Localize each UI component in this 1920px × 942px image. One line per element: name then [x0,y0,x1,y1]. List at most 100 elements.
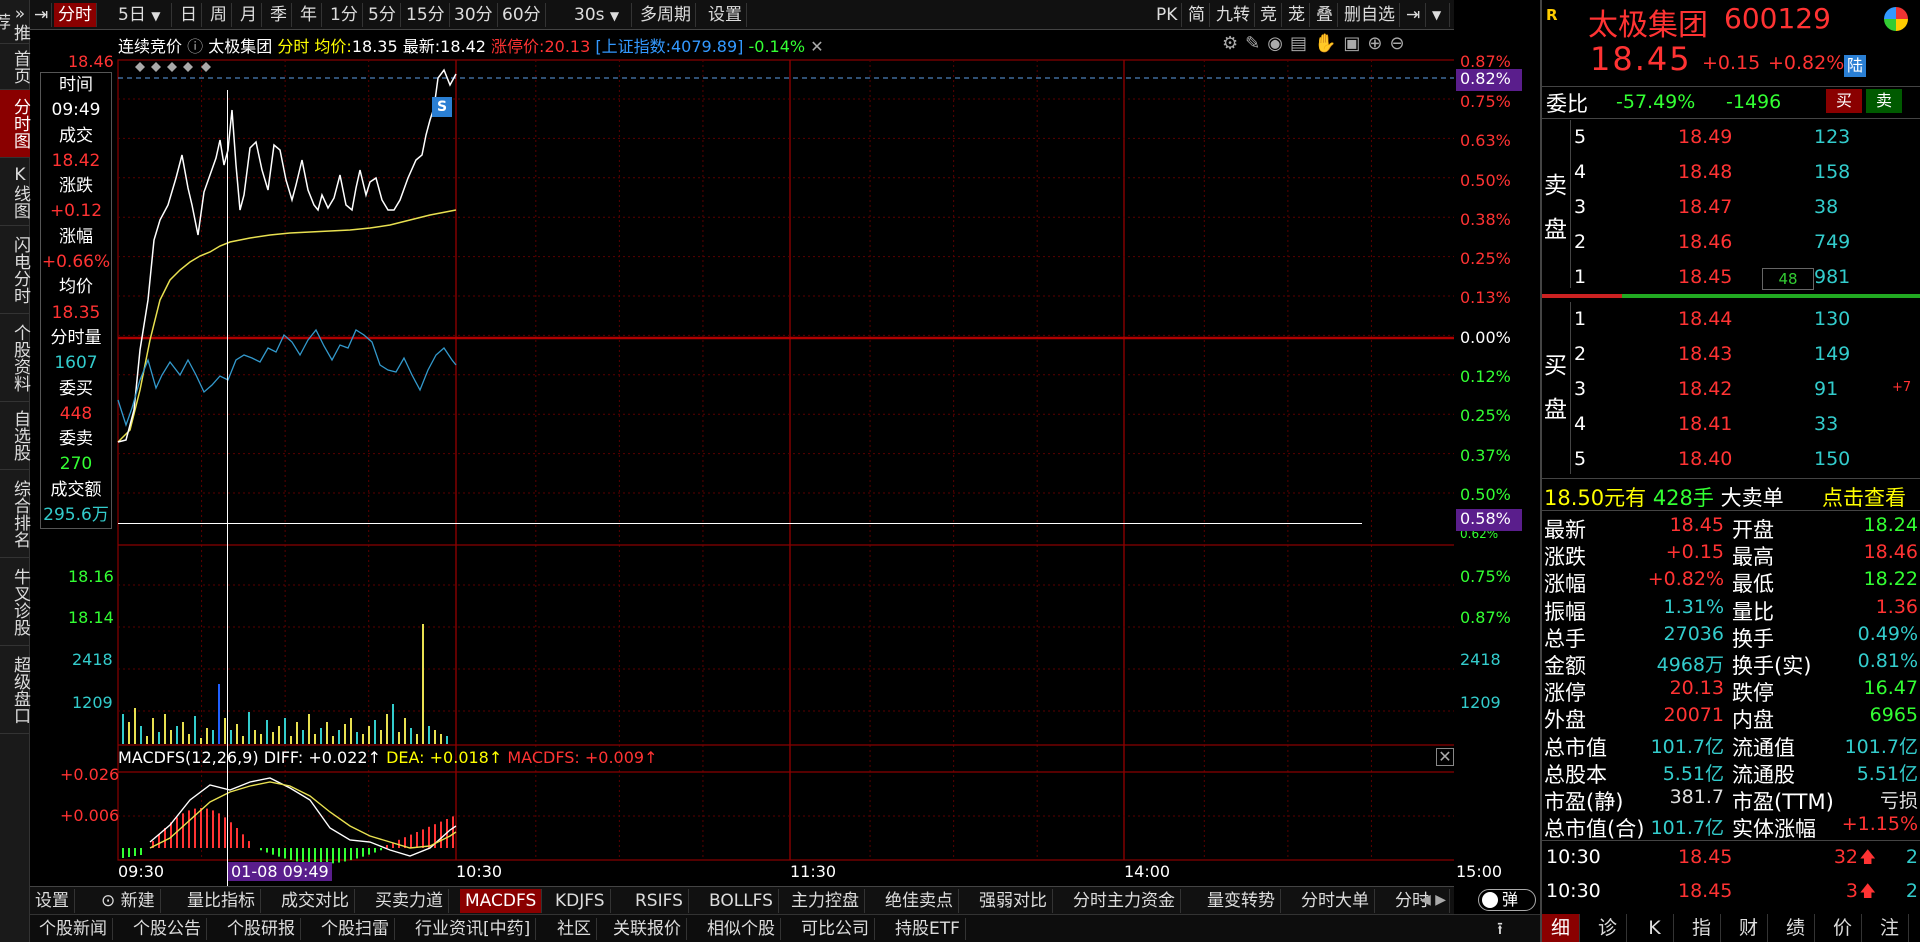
event-marker-icon[interactable] [151,62,161,72]
tab-15min[interactable]: 15分 [402,3,450,27]
book-price[interactable]: 18.45 [1678,266,1732,288]
collapse-icon[interactable]: ⇥ [1402,3,1426,27]
tab-season[interactable]: 季 [266,3,292,27]
tab-day[interactable]: 日 [176,3,202,27]
book-price[interactable]: 18.43 [1678,343,1732,365]
tab-big-orders[interactable]: 分时大单 [1296,889,1375,913]
tab-30s[interactable]: 30s ▼ [570,3,632,27]
detail-tab[interactable]: 指 [1683,914,1721,942]
event-marker-icon[interactable] [201,62,211,72]
x-label: 14:00 [1124,862,1171,881]
tab-strength[interactable]: 强弱对比 [974,889,1053,913]
book-price[interactable]: 18.44 [1678,308,1732,330]
detail-tab[interactable]: 注 [1871,914,1909,942]
tab-peer-companies[interactable]: 可比公司 [796,918,875,940]
tab-settings[interactable]: 设置 [704,3,747,27]
tab-macdfs[interactable]: MACDFS [460,889,543,913]
detail-tab[interactable]: 绩 [1777,914,1815,942]
tab-main-control[interactable]: 主力控盘 [786,889,865,913]
btn-remove-watch[interactable]: 删自选 [1340,3,1400,27]
tab-30min[interactable]: 30分 [450,3,498,27]
nav-item-timeshare[interactable]: 分时图 [0,90,30,158]
macd-bar [200,808,202,848]
tab-indicator-new[interactable]: ⊙ 新建 [96,889,161,913]
scroll-left-icon[interactable]: ◀ [1420,892,1431,908]
nav-expand-icon[interactable]: »推荐 [0,0,30,44]
nav-item-watchlist[interactable]: 自选股 [0,402,30,470]
tab-stock-risk[interactable]: 个股扫雷 [316,918,395,940]
menu-dropdown-icon[interactable]: ▼ [1428,3,1450,27]
detail-tab[interactable]: 细 [1542,914,1580,942]
tab-week[interactable]: 周 [206,3,232,27]
tab-stock-announcement[interactable]: 个股公告 [128,918,207,940]
btn-cage[interactable]: 茏 [1284,3,1310,27]
tab-stock-research[interactable]: 个股研报 [222,918,301,940]
y-label: 0.25% [1460,406,1511,425]
signal-marker[interactable]: S [432,97,452,117]
tab-60min[interactable]: 60分 [498,3,546,27]
big-order-notice[interactable]: 18.50元有 428手 大卖单 [1544,482,1784,512]
tab-5day[interactable]: 5日 ▼ [114,3,172,27]
stat-value: 0.49% [1857,622,1918,645]
tab-stock-news[interactable]: 个股新闻 [34,918,113,940]
detail-tab[interactable]: 财 [1730,914,1768,942]
btn-overlay[interactable]: 叠 [1312,3,1338,27]
detail-tab[interactable]: 价 [1824,914,1862,942]
tab-buy-sell-force[interactable]: 买卖力道 [370,889,449,913]
nav-item-ranking[interactable]: 综合排名 [0,470,30,558]
popup-toggle[interactable]: 弹 [1478,889,1536,911]
tab-multiperiod[interactable]: 多周期 [636,3,696,27]
tab-kdjfs[interactable]: KDJFS [550,889,611,913]
btn-simple[interactable]: 简 [1184,3,1210,27]
book-price[interactable]: 18.42 [1678,378,1732,400]
btn-auction[interactable]: 竞 [1256,3,1282,27]
nav-item-flash[interactable]: 闪电分时 [0,226,30,314]
tab-related-quotes[interactable]: 关联报价 [608,918,687,940]
tab-volume-compare[interactable]: 成交对比 [276,889,355,913]
color-wheel-icon[interactable] [1884,7,1908,31]
btn-pk[interactable]: PK [1152,3,1183,27]
tab-indicator-settings[interactable]: 设置 [30,889,75,913]
event-marker-icon[interactable] [167,62,177,72]
tab-1min[interactable]: 1分 [326,3,363,27]
nav-item-diagnosis[interactable]: 牛叉诊股 [0,558,30,646]
nav-item-kline[interactable]: K线图 [0,158,30,226]
tab-volume-ratio[interactable]: 量比指标 [182,889,261,913]
pin-icon[interactable]: ⇥ [30,3,52,27]
book-price[interactable]: 18.47 [1678,196,1732,218]
book-price[interactable]: 18.41 [1678,413,1732,435]
tab-similar-stocks[interactable]: 相似个股 [702,918,781,940]
tab-5min[interactable]: 5分 [364,3,401,27]
view-big-orders-link[interactable]: 点击查看 [1822,482,1906,512]
sell-button[interactable]: 卖 [1866,89,1902,113]
nav-item-superpanel[interactable]: 超级盘口 [0,646,30,734]
tab-volume-trend[interactable]: 量变转势 [1202,889,1281,913]
close-macd-icon[interactable]: ✕ [1436,748,1454,766]
tab-bollfs[interactable]: BOLLFS [704,889,779,913]
tab-best-sell[interactable]: 绝佳卖点 [880,889,959,913]
book-price[interactable]: 18.48 [1678,161,1732,183]
btn-ninturn[interactable]: 九转 [1212,3,1255,27]
book-price[interactable]: 18.40 [1678,448,1732,470]
scroll-top-icon[interactable]: ⭱ [1492,918,1508,940]
detail-tab[interactable]: K [1636,914,1674,942]
scroll-right-icon[interactable]: ▶ [1435,892,1446,908]
detail-tab[interactable]: 诊 [1589,914,1627,942]
tab-timeshare[interactable]: 分时 [54,3,97,27]
nav-item-profile[interactable]: 个股资料 [0,314,30,402]
nav-item-home[interactable]: 首页 [0,44,30,90]
tab-main-funds[interactable]: 分时主力资金 [1068,889,1181,913]
buy-button[interactable]: 买 [1826,89,1862,113]
tab-month[interactable]: 月 [236,3,262,27]
tab-scroll-arrows[interactable]: ◀ ▶ [1420,888,1464,912]
market-badge[interactable]: 陆 [1844,55,1866,77]
book-price[interactable]: 18.49 [1678,126,1732,148]
event-marker-icon[interactable] [135,62,145,72]
book-price[interactable]: 18.46 [1678,231,1732,253]
tab-holding-etf[interactable]: 持股ETF [890,918,966,940]
tab-community[interactable]: 社区 [552,918,597,940]
tab-year[interactable]: 年 [296,3,322,27]
event-marker-icon[interactable] [183,62,193,72]
tab-industry-news[interactable]: 行业资讯[中药] [410,918,537,940]
tab-rsifs[interactable]: RSIFS [630,889,689,913]
